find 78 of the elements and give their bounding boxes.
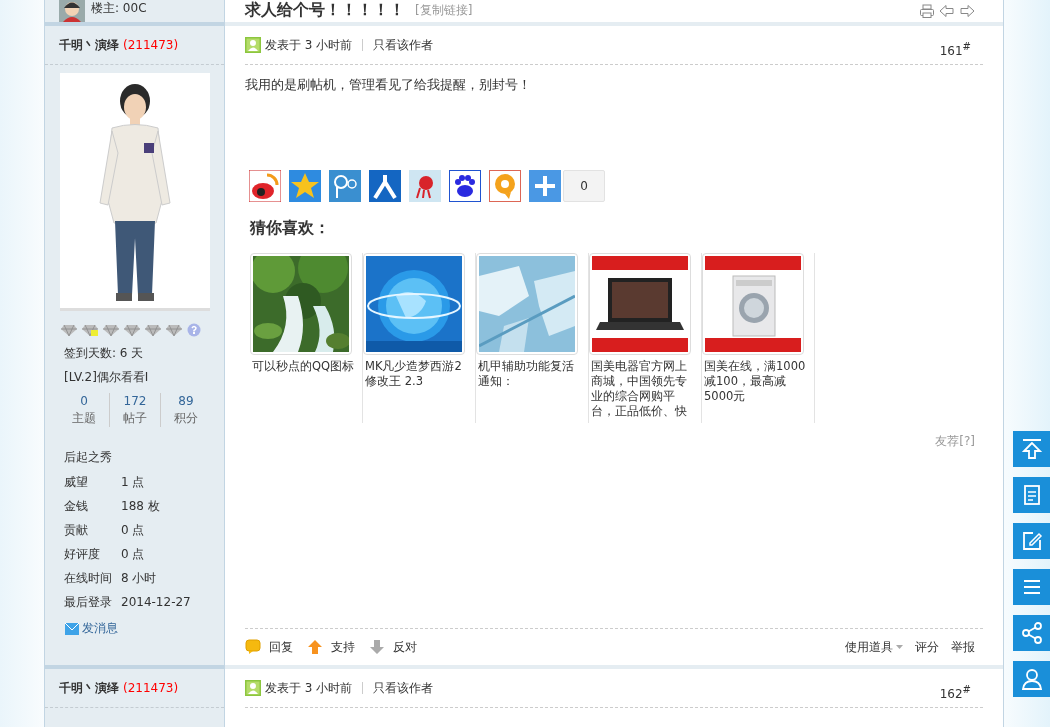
profile-label: 好评度	[64, 546, 101, 562]
tool-link[interactable]: 举报	[951, 638, 975, 656]
share-count: 0	[563, 170, 605, 202]
plus-icon[interactable]	[529, 170, 561, 202]
avatar-icon	[59, 0, 85, 22]
side-button[interactable]	[1013, 661, 1050, 697]
user-rank: 后起之秀	[64, 449, 113, 466]
side-button[interactable]	[1013, 431, 1050, 467]
profile-value: 0 点	[121, 546, 146, 562]
recommend-caption[interactable]: MK凡少造梦西游2修改王 2.3	[363, 359, 471, 389]
only-author-link[interactable]: 只看该作者	[373, 679, 434, 697]
post-time: 发表于 3 小时前	[265, 679, 353, 697]
recommend-caption[interactable]: 国美电器官方网上商城，中国领先专业的综合网购平台，正品低价、快	[589, 359, 697, 419]
stat-value[interactable]: 0	[80, 393, 88, 410]
stat-label: 主题	[72, 410, 96, 427]
tool-link[interactable]: 评分	[915, 638, 939, 656]
only-author-link[interactable]: 只看该作者	[373, 36, 434, 54]
stat-label: 帖子	[123, 410, 147, 427]
arrow-left-icon	[939, 4, 955, 18]
down-arrow-icon	[369, 639, 385, 655]
tool-menu[interactable]: 使用道具	[845, 638, 903, 656]
person-glyph-icon[interactable]	[369, 170, 401, 202]
user-level: [LV.2]偶尔看看I	[64, 369, 150, 385]
reply-link[interactable]: 回复	[269, 638, 293, 656]
stat-value[interactable]: 172	[123, 393, 147, 410]
author-name[interactable]: 千明丶演绎	[59, 36, 119, 54]
user-icon	[1019, 667, 1044, 691]
side-button[interactable]	[1013, 569, 1050, 605]
arrow-right-icon	[959, 4, 975, 18]
recommend-caption[interactable]: 国美在线，满1000减100，最高减5000元	[702, 359, 810, 404]
user-icon	[245, 37, 261, 53]
author-name[interactable]: 千明丶演绎	[59, 679, 119, 697]
diamond-icon	[61, 324, 77, 336]
help-icon	[187, 323, 201, 337]
post-time: 发表于 3 小时前	[265, 36, 353, 54]
user-icon	[245, 680, 261, 696]
profile-value: 2014-12-27	[121, 594, 192, 610]
diamond-icon	[145, 324, 161, 336]
profile-value: 1 点	[121, 474, 146, 490]
stat-label: 积分	[174, 410, 198, 427]
diamond-icon	[82, 324, 98, 336]
thread-starter: 楼主: 00C	[91, 0, 147, 16]
diamond-icon	[124, 324, 140, 336]
floor-number: 162$^{#}$	[939, 682, 971, 701]
checkin-days: 签到天数: 6 天	[64, 345, 224, 361]
profile-label: 威望	[64, 474, 89, 490]
up-arrow-icon	[307, 639, 323, 655]
profile-label: 金钱	[64, 498, 89, 514]
profile-value: 0 点	[121, 522, 146, 538]
mail-icon	[65, 622, 79, 635]
diamond-icon	[103, 324, 119, 336]
paw-icon[interactable]	[449, 170, 481, 202]
speech-bubble-icon	[245, 639, 261, 655]
profile-label: 贡献	[64, 522, 89, 538]
recommend-caption[interactable]: 可以秒点的QQ图标	[250, 359, 358, 374]
stat-value[interactable]: 89	[178, 393, 194, 410]
profile-label: 在线时间	[64, 570, 113, 586]
side-button[interactable]	[1013, 615, 1050, 651]
profile-value: 188 枚	[121, 498, 161, 514]
side-button[interactable]	[1013, 477, 1050, 513]
print-icon	[919, 4, 935, 18]
profile-value: 8 小时	[121, 570, 158, 586]
profile-label: 最后登录	[64, 594, 113, 610]
user-id: (211473)	[123, 38, 179, 52]
recommend-caption[interactable]: 机甲辅助功能复活通知：	[476, 359, 584, 389]
user-id: (211473)	[123, 681, 179, 695]
post-body: 我用的是刷帖机，管理看见了给我提醒，别封号！	[245, 76, 532, 94]
floor-number: 161$^{#}$	[939, 39, 971, 58]
support-link[interactable]: 支持	[331, 638, 355, 656]
diamond-icon	[166, 324, 182, 336]
send-message-link[interactable]: 发消息	[82, 620, 118, 637]
thread-title: 求人给个号！！！！！	[245, 0, 405, 20]
side-button[interactable]	[1013, 523, 1050, 559]
weibo-icon[interactable]	[249, 170, 281, 202]
share-icon	[1019, 621, 1044, 645]
recommend-heading: 猜你喜欢：	[250, 218, 331, 239]
oppose-link[interactable]: 反对	[393, 638, 417, 656]
back-to-top-icon	[1019, 437, 1044, 461]
